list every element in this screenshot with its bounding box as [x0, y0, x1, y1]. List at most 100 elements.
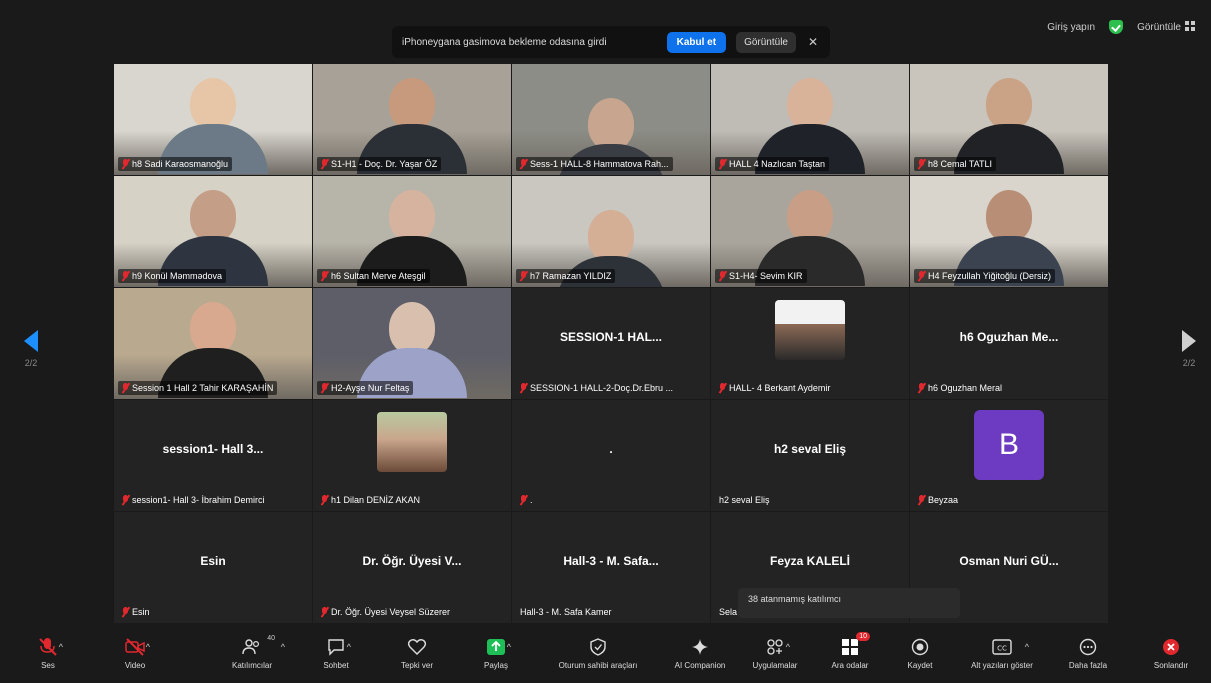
apps-button[interactable]: ^ Uygulamalar: [735, 637, 815, 670]
participant-name: SESSION-1 HALL-2-Doç.Dr.Ebru ...: [530, 383, 674, 393]
admit-button[interactable]: Kabul et: [666, 31, 727, 53]
participant-display-name: Feyza KALELİ: [769, 554, 850, 568]
chevron-up-icon[interactable]: ^: [507, 642, 511, 652]
waiting-room-notification: iPhoneygana gasimova bekleme odasına gir…: [392, 26, 830, 58]
mic-muted-icon: [122, 271, 129, 281]
shield-icon[interactable]: [1109, 20, 1124, 34]
participant-tile[interactable]: ..: [512, 400, 710, 511]
participant-tile[interactable]: h7 Ramazan YILDIZ: [512, 176, 710, 287]
page-indicator-left: 2/2: [24, 358, 38, 368]
chevron-up-icon[interactable]: ^: [146, 642, 150, 652]
participant-tile[interactable]: HALL 4 Nazlıcan Taştan: [711, 64, 909, 175]
react-label: Tepki ver: [400, 661, 433, 670]
arrow-right-icon: [1182, 330, 1196, 352]
participant-name: Dr. Öğr. Üyesi Veysel Süzerer: [331, 607, 451, 617]
participant-name: Sess-1 HALL-8 Hammatova Rah...: [530, 159, 669, 169]
mic-muted-icon: [321, 607, 328, 617]
participant-tile[interactable]: Hall-3 - M. Safa... Hall-3 - M. Safa Kame…: [512, 512, 710, 623]
participant-tile[interactable]: Esin Esin: [114, 512, 312, 623]
participant-name: .: [530, 495, 533, 505]
top-right-controls: Giriş yapın Görüntüle: [1047, 20, 1195, 34]
participant-name: Sela: [719, 607, 738, 617]
participant-tile[interactable]: SESSION-1 HAL... SESSION-1 HALL-2-Doç.Dr.…: [512, 288, 710, 399]
participant-tile[interactable]: Sess-1 HALL-8 Hammatova Rah...: [512, 64, 710, 175]
close-icon[interactable]: ✕: [806, 35, 820, 49]
more-label: Daha fazla: [1068, 661, 1108, 670]
participant-display-name: Hall-3 - M. Safa...: [563, 554, 659, 568]
meeting-toolbar: ^ Ses ^ Video 40 ^ Katılımcılar ^ Sohbet…: [0, 631, 1211, 683]
more-button[interactable]: Daha fazla: [1048, 637, 1128, 670]
participant-head: [389, 190, 435, 242]
chevron-up-icon[interactable]: ^: [59, 642, 63, 652]
participant-name-tag: h6 Oguzhan Meral: [914, 381, 1006, 395]
participants-label: Katılımcılar: [231, 661, 272, 670]
participant-name-tag: h8 Cemal TATLI: [914, 157, 997, 171]
breakout-label: Ara odalar: [831, 661, 869, 670]
share-icon: ^: [485, 637, 511, 657]
participant-name: h2 seval Eliş: [719, 495, 770, 505]
react-button[interactable]: Tepki ver: [377, 637, 457, 670]
participant-name: h6 Oguzhan Meral: [928, 383, 1003, 393]
captions-label: Alt yazıları göster: [971, 661, 1033, 670]
captions-button[interactable]: CC ^ Alt yazıları göster: [957, 637, 1047, 670]
view-menu[interactable]: Görüntüle: [1137, 21, 1195, 33]
chat-label: Sohbet: [323, 661, 349, 670]
participant-head: [986, 190, 1032, 242]
participant-name: h8 Cemal TATLI: [928, 159, 993, 169]
participant-name: h8 Sadi Karaosmanoğlu: [132, 159, 229, 169]
participant-tile[interactable]: h2 seval Eliş h2 seval Eliş: [711, 400, 909, 511]
participant-tile[interactable]: session1- Hall 3... session1- Hall 3- İbr…: [114, 400, 312, 511]
participant-name-tag: S1-H1 - Doç. Dr. Yaşar ÖZ: [317, 157, 442, 171]
participant-tile[interactable]: H4 Feyzullah Yiğitoğlu (Dersiz): [910, 176, 1108, 287]
participant-name: H4 Feyzullah Yiğitoğlu (Dersiz): [928, 271, 1052, 281]
next-page-button[interactable]: 2/2: [1174, 330, 1204, 368]
participant-head: [389, 302, 435, 354]
record-button[interactable]: Kaydet: [880, 637, 960, 670]
sparkle-icon: [689, 637, 711, 657]
participant-tile[interactable]: h9 Konül Məmmədova: [114, 176, 312, 287]
svg-text:CC: CC: [997, 645, 1007, 653]
breakout-rooms-button[interactable]: 10 Ara odalar: [810, 632, 890, 670]
arrow-left-icon: [24, 330, 38, 352]
participants-button[interactable]: 40 ^ Katılımcılar: [212, 635, 292, 670]
share-button[interactable]: ^ Paylaş: [456, 637, 536, 670]
chevron-up-icon[interactable]: ^: [281, 642, 285, 652]
chevron-up-icon[interactable]: ^: [1025, 642, 1029, 652]
chat-button[interactable]: ^ Sohbet: [296, 637, 376, 670]
participant-tile[interactable]: h1 Dilan DENİZ AKAN: [313, 400, 511, 511]
view-button[interactable]: Görüntüle: [736, 31, 796, 53]
participant-tile[interactable]: HALL- 4 Berkant Aydemir: [711, 288, 909, 399]
participant-tile[interactable]: S1-H4- Sevim KIR: [711, 176, 909, 287]
participant-name-tag: Esin: [118, 605, 154, 619]
participant-tile[interactable]: S1-H1 - Doç. Dr. Yaşar ÖZ: [313, 64, 511, 175]
chevron-up-icon[interactable]: ^: [786, 642, 790, 652]
audio-button[interactable]: ^ Ses: [8, 637, 88, 670]
video-button[interactable]: ^ Video: [95, 637, 175, 670]
mic-muted-icon: [918, 495, 925, 505]
chevron-up-icon[interactable]: ^: [347, 642, 351, 652]
end-meeting-button[interactable]: Sonlandır: [1131, 637, 1211, 670]
avatar: B: [974, 410, 1044, 480]
participant-tile[interactable]: h6 Oguzhan Me... h6 Oguzhan Meral: [910, 288, 1108, 399]
participant-name: h6 Sultan Merve Ateşgil: [331, 271, 426, 281]
participant-head: [588, 210, 634, 262]
apps-label: Uygulamalar: [752, 661, 798, 670]
participant-tile[interactable]: h6 Sultan Merve Ateşgil: [313, 176, 511, 287]
participant-head: [190, 78, 236, 130]
participant-tile[interactable]: Session 1 Hall 2 Tahir KARAŞAHİN: [114, 288, 312, 399]
previous-page-button[interactable]: 2/2: [16, 330, 46, 368]
participant-tile[interactable]: H2-Ayşe Nur Feltaş: [313, 288, 511, 399]
host-tools-button[interactable]: Oturum sahibi araçları: [548, 637, 648, 670]
audio-label: Ses: [41, 661, 55, 670]
participant-display-name: h2 seval Eliş: [773, 442, 847, 456]
participant-tile[interactable]: Dr. Öğr. Üyesi V... Dr. Öğr. Üyesi Veysel…: [313, 512, 511, 623]
gallery-grid: h8 Sadi Karaosmanoğlu S1-H1 - Doç. Dr. Ya…: [114, 64, 1108, 623]
participant-tile[interactable]: h8 Sadi Karaosmanoğlu: [114, 64, 312, 175]
participant-tile[interactable]: B Beyzaa: [910, 400, 1108, 511]
mic-muted-icon: [918, 271, 925, 281]
signin-link[interactable]: Giriş yapın: [1047, 22, 1095, 33]
participant-tile[interactable]: h8 Cemal TATLI: [910, 64, 1108, 175]
participant-name-tag: H2-Ayşe Nur Feltaş: [317, 381, 414, 395]
participants-icon: 40 ^: [241, 635, 285, 657]
ai-companion-button[interactable]: AI Companion: [660, 637, 740, 670]
